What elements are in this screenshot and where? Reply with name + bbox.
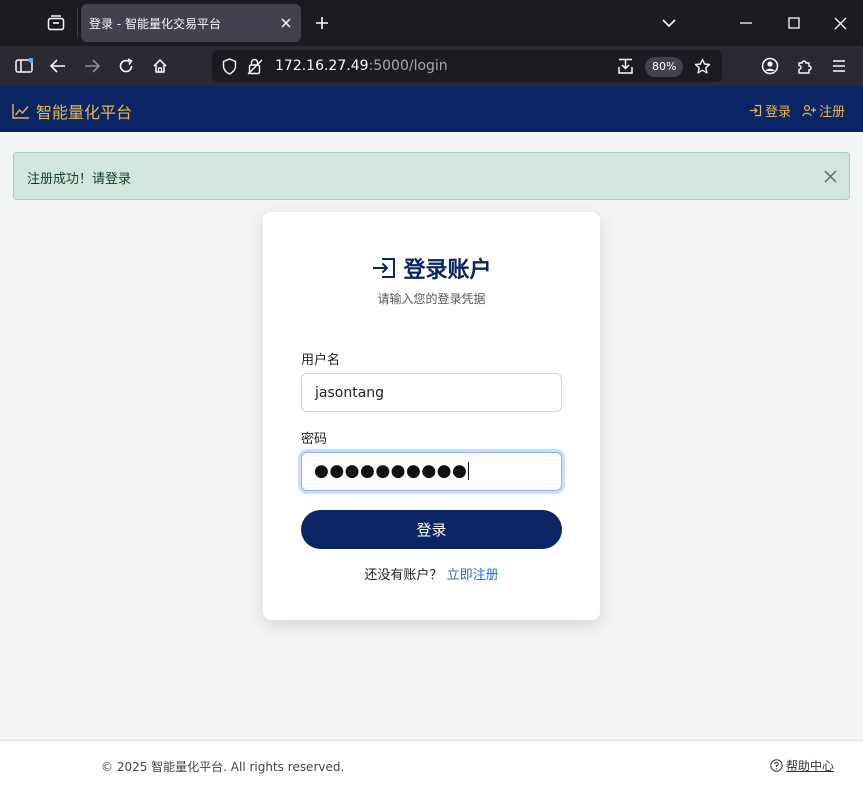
lock-insecure-icon[interactable] bbox=[246, 57, 264, 75]
browser-navbar: 172.16.27.49:5000/login 80% bbox=[0, 46, 863, 86]
app-menu-button[interactable] bbox=[825, 52, 853, 80]
chart-line-icon bbox=[12, 104, 29, 119]
help-center-label: 帮助中心 bbox=[786, 759, 835, 773]
no-account-text: 还没有账户？ bbox=[364, 568, 443, 583]
chevron-down-icon bbox=[662, 19, 676, 28]
question-circle-icon bbox=[770, 759, 783, 772]
home-button[interactable] bbox=[146, 52, 174, 80]
login-submit-button[interactable]: 登录 bbox=[301, 510, 562, 549]
close-icon bbox=[823, 169, 837, 183]
person-plus-icon bbox=[802, 104, 816, 117]
header-login-link[interactable]: 登录 bbox=[749, 101, 791, 120]
tab-list-icon bbox=[47, 15, 65, 31]
brand-link[interactable]: 智能量化平台 bbox=[12, 99, 132, 123]
sidebar-icon bbox=[15, 58, 33, 73]
alert-message: 注册成功！请登录 bbox=[27, 172, 132, 187]
account-button[interactable] bbox=[756, 52, 784, 80]
maximize-button[interactable] bbox=[774, 5, 814, 41]
home-icon bbox=[153, 58, 167, 73]
extensions-button[interactable] bbox=[790, 52, 818, 80]
forward-button[interactable] bbox=[78, 52, 106, 80]
browser-titlebar: 登录 - 智能量化交易平台 bbox=[0, 0, 863, 46]
page-footer: © 2025 智能量化平台. All rights reserved. 帮助中心 bbox=[0, 740, 863, 787]
maximize-icon bbox=[788, 17, 800, 29]
sidebar-toggle-button[interactable] bbox=[10, 52, 38, 80]
header-login-label: 登录 bbox=[765, 105, 792, 120]
reload-button[interactable] bbox=[112, 52, 140, 80]
account-icon bbox=[761, 57, 779, 75]
app-header: 智能量化平台 登录 注册 bbox=[0, 86, 863, 132]
tab-separator bbox=[77, 8, 78, 38]
zoom-level-badge[interactable]: 80% bbox=[645, 57, 684, 77]
password-input[interactable]: ●●●●●●●●●● bbox=[301, 452, 562, 491]
password-label: 密码 bbox=[301, 432, 328, 447]
register-now-link[interactable]: 立即注册 bbox=[447, 568, 499, 583]
header-register-label: 注册 bbox=[819, 105, 846, 120]
shield-icon[interactable] bbox=[220, 57, 238, 75]
tab-title: 登录 - 智能量化交易平台 bbox=[89, 17, 221, 31]
login-card: 登录账户 请输入您的登录凭据 用户名 jasontang 密码 ●●●●●●●●… bbox=[263, 212, 600, 620]
plus-icon bbox=[316, 17, 328, 29]
password-masked-value: ●●●●●●●●●● bbox=[314, 461, 470, 481]
back-button[interactable] bbox=[44, 52, 72, 80]
tab-list-button[interactable] bbox=[38, 5, 74, 41]
hamburger-icon bbox=[833, 60, 845, 72]
login-icon bbox=[373, 258, 396, 278]
card-subtitle: 请输入您的登录凭据 bbox=[377, 292, 486, 306]
alert-close-button[interactable] bbox=[819, 165, 841, 187]
minimize-icon bbox=[740, 22, 752, 24]
arrow-left-icon bbox=[50, 59, 65, 73]
close-icon bbox=[834, 17, 846, 29]
url-text: 172.16.27.49:5000/login bbox=[275, 58, 448, 74]
card-title: 登录账户 bbox=[263, 252, 600, 284]
username-label: 用户名 bbox=[301, 353, 341, 368]
arrow-right-icon bbox=[85, 59, 100, 73]
puzzle-icon bbox=[797, 59, 812, 74]
username-value: jasontang bbox=[315, 385, 385, 401]
brand-name: 智能量化平台 bbox=[36, 103, 133, 122]
help-center-link[interactable]: 帮助中心 bbox=[770, 757, 834, 774]
signup-prompt: 还没有账户？ 立即注册 bbox=[263, 564, 600, 583]
new-tab-button[interactable] bbox=[308, 9, 336, 37]
copyright-text: © 2025 智能量化平台. All rights reserved. bbox=[101, 760, 345, 774]
list-all-tabs-button[interactable] bbox=[655, 9, 683, 37]
minimize-button[interactable] bbox=[726, 5, 766, 41]
bookmark-star-icon[interactable] bbox=[693, 57, 711, 75]
close-icon bbox=[281, 18, 291, 28]
window-close-button[interactable] bbox=[820, 5, 860, 41]
login-icon bbox=[750, 104, 762, 117]
tab-close-button[interactable] bbox=[277, 14, 295, 32]
header-register-link[interactable]: 注册 bbox=[802, 101, 845, 120]
address-bar[interactable]: 172.16.27.49:5000/login 80% bbox=[212, 50, 722, 82]
username-input[interactable]: jasontang bbox=[301, 373, 562, 412]
browser-tab-active[interactable]: 登录 - 智能量化交易平台 bbox=[81, 4, 301, 42]
card-title-text: 登录账户 bbox=[403, 258, 492, 283]
save-page-icon[interactable] bbox=[616, 57, 634, 75]
success-alert: 注册成功！请登录 bbox=[13, 152, 850, 200]
reload-icon bbox=[119, 58, 133, 73]
